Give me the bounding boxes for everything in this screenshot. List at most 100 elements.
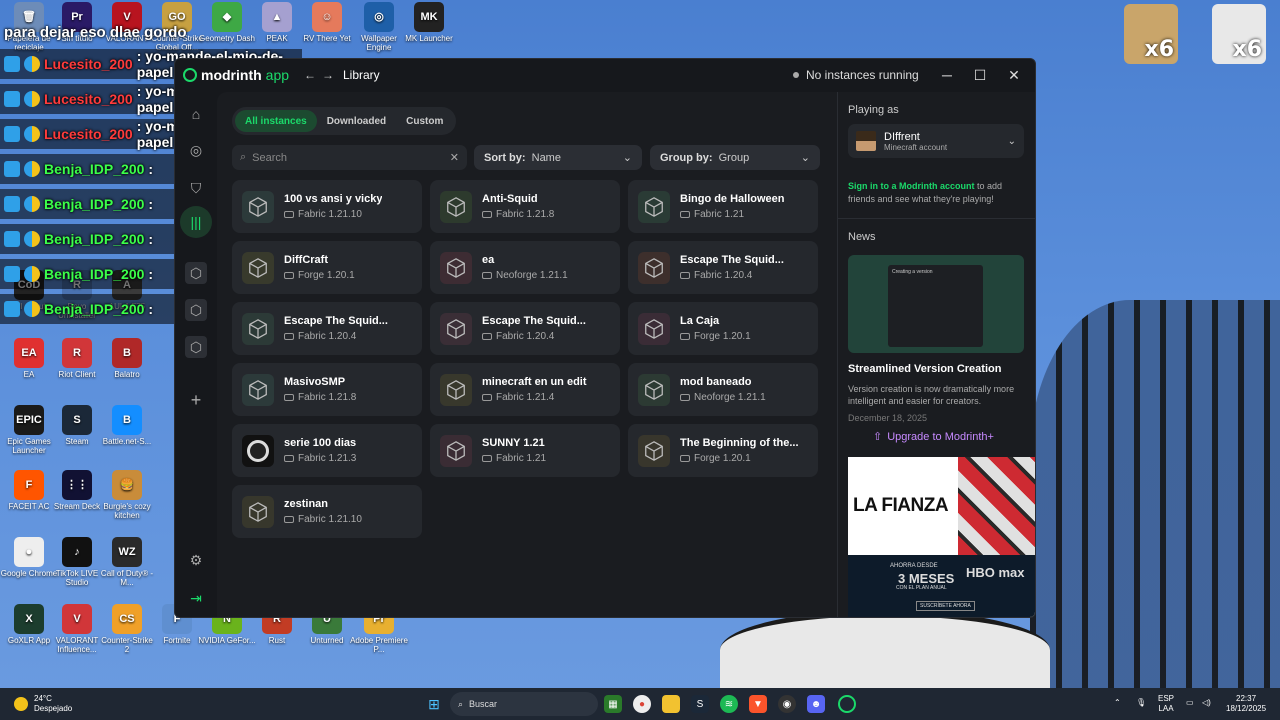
sign-in-icon[interactable]: ⇥ (180, 582, 212, 614)
chat-badge-icon (4, 231, 20, 247)
chat-badge-icon (4, 301, 20, 317)
instance-card[interactable]: 100 vs ansi y vicky Fabric 1.21.10 (232, 180, 422, 233)
home-icon[interactable]: ⌂ (180, 98, 212, 130)
chat-message: : (148, 161, 154, 177)
gamepad-icon (482, 455, 492, 462)
instance-card[interactable]: MasivoSMP Fabric 1.21.8 (232, 363, 422, 416)
recent-instance-icon[interactable]: ⬡ (185, 262, 207, 284)
add-instance-button[interactable]: + (180, 384, 212, 416)
instance-card[interactable]: Bingo de Halloween Fabric 1.21 (628, 180, 818, 233)
language-indicator[interactable]: ESP LAA (1158, 694, 1174, 714)
instance-card[interactable]: The Beginning of the... Forge 1.20.1 (628, 424, 818, 477)
advertisement[interactable]: LA FIANZA AHORRA DESDE 3 MESES CON EL PL… (848, 457, 1035, 617)
minimize-button[interactable]: ─ (935, 64, 959, 86)
app-icon: ♪ (62, 537, 92, 567)
chat-badge-icon (4, 126, 20, 142)
instance-card[interactable]: SUNNY 1.21 Fabric 1.21 (430, 424, 620, 477)
divider (838, 218, 1035, 219)
modrinth-taskbar-icon[interactable] (838, 695, 856, 713)
instance-loader: Forge 1.20.1 (694, 453, 751, 464)
library-icon[interactable]: ||| (180, 206, 212, 238)
windows-start-icon[interactable]: ⊞ (425, 695, 443, 713)
microphone-icon[interactable]: 🎙 (1136, 698, 1146, 708)
recent-instance-icon[interactable]: ⬡ (185, 336, 207, 358)
instance-card[interactable]: mod baneado Neoforge 1.21.1 (628, 363, 818, 416)
news-title[interactable]: Streamlined Version Creation (848, 363, 1001, 375)
account-selector[interactable]: DIffrent Minecraft account ⌄ (848, 124, 1024, 158)
desktop-shortcut[interactable]: MK MK Launcher (400, 2, 458, 43)
tab-downloaded[interactable]: Downloaded (317, 110, 396, 132)
ad-image (958, 457, 1035, 555)
news-image[interactable]: Creating a version (848, 255, 1024, 353)
instance-name: serie 100 dias (284, 437, 357, 449)
instance-card[interactable]: ea Neoforge 1.21.1 (430, 241, 620, 294)
instance-card[interactable]: serie 100 dias Fabric 1.21.3 (232, 424, 422, 477)
instance-card[interactable]: Anti-Squid Fabric 1.21.8 (430, 180, 620, 233)
chrome-icon[interactable]: ● (633, 695, 651, 713)
news-description: Version creation is now dramatically mor… (848, 384, 1015, 406)
weather-widget[interactable]: 24°C Despejado (14, 694, 72, 714)
instance-name: ea (482, 254, 495, 266)
recent-instance-icon[interactable]: ⬡ (185, 299, 207, 321)
desktop-shortcut[interactable]: WZ Call of Duty® - M... (98, 537, 156, 587)
shirt-icon[interactable]: ⛉ (180, 172, 212, 204)
clock[interactable]: 22:37 18/12/2025 (1226, 694, 1266, 714)
upgrade-button[interactable]: ⇧ Upgrade to Modrinth+ (873, 430, 994, 444)
folder-icon[interactable] (662, 695, 680, 713)
search-box[interactable]: ⌕ ✕ (232, 145, 467, 170)
desktop-shortcut[interactable]: ☺ RV There Yet (298, 2, 356, 43)
clear-search-icon[interactable]: ✕ (450, 151, 459, 164)
compass-icon[interactable]: ◎ (180, 134, 212, 166)
app-icon: S (62, 405, 92, 435)
gamepad-icon (680, 272, 690, 279)
tab-all-instances[interactable]: All instances (235, 110, 317, 132)
instance-name: 100 vs ansi y vicky (284, 193, 383, 205)
brave-icon[interactable]: ▼ (749, 695, 767, 713)
instance-name: mod baneado (680, 376, 752, 388)
ad-cta-button[interactable]: SUSCRÍBETE AHORA (916, 601, 975, 611)
instance-card[interactable]: Escape The Squid... Fabric 1.20.4 (430, 302, 620, 355)
network-icon[interactable]: ▭ (1186, 698, 1194, 708)
instance-card[interactable]: Escape The Squid... Fabric 1.20.4 (232, 302, 422, 355)
gamepad-icon (482, 211, 492, 218)
instance-card[interactable]: La Caja Forge 1.20.1 (628, 302, 818, 355)
close-button[interactable]: ✕ (1002, 64, 1026, 86)
desktop-shortcut[interactable]: 🍔 Burgie's cozy kitchen (98, 470, 156, 520)
group-dropdown[interactable]: Group by: Group ⌄ (650, 145, 820, 170)
discord-icon[interactable]: ☻ (807, 695, 825, 713)
cube-icon (242, 373, 274, 406)
signin-link[interactable]: Sign in to a Modrinth account (848, 181, 975, 191)
gear-icon[interactable]: ⚙ (180, 544, 212, 576)
gamepad-icon (284, 272, 294, 279)
instance-card[interactable]: DiffCraft Forge 1.20.1 (232, 241, 422, 294)
spotify-icon[interactable]: ≋ (720, 695, 738, 713)
chat-badge-icon (24, 161, 40, 177)
instance-card[interactable]: minecraft en un edit Fabric 1.21.4 (430, 363, 620, 416)
cube-icon (440, 251, 472, 284)
cube-icon (440, 434, 472, 467)
volume-icon[interactable]: ◁) (1202, 698, 1211, 708)
instance-card[interactable]: zestinan Fabric 1.21.10 (232, 485, 422, 538)
chat-username: Benja_IDP_200 (44, 231, 145, 247)
taskbar-search[interactable]: ⌕ Buscar (450, 692, 598, 716)
app-icon: ● (14, 537, 44, 567)
back-arrow-icon[interactable]: ← (303, 68, 317, 82)
forward-arrow-icon[interactable]: → (321, 68, 335, 82)
steam-icon[interactable]: S (691, 695, 709, 713)
maximize-button[interactable]: ☐ (968, 64, 992, 86)
obs-icon[interactable]: ◉ (778, 695, 796, 713)
tab-custom[interactable]: Custom (396, 110, 453, 132)
instance-card[interactable]: Escape The Squid... Fabric 1.20.4 (628, 241, 818, 294)
desktop-shortcut[interactable]: B Balatro (98, 338, 156, 379)
gamepad-icon (680, 455, 690, 462)
cube-icon (242, 190, 274, 223)
instance-name: The Beginning of the... (680, 437, 799, 449)
desktop-shortcut-label: MK Launcher (405, 34, 453, 43)
app-brand: modrinth app (183, 67, 289, 83)
minecraft-icon[interactable]: ▦ (604, 695, 622, 713)
sort-dropdown[interactable]: Sort by: Name ⌄ (474, 145, 642, 170)
search-input[interactable] (252, 151, 444, 164)
chevron-up-icon[interactable]: ⌃ (1114, 698, 1121, 708)
desktop-shortcut[interactable]: B Battle.net-S... (98, 405, 156, 446)
chat-badge-icon (4, 266, 20, 282)
